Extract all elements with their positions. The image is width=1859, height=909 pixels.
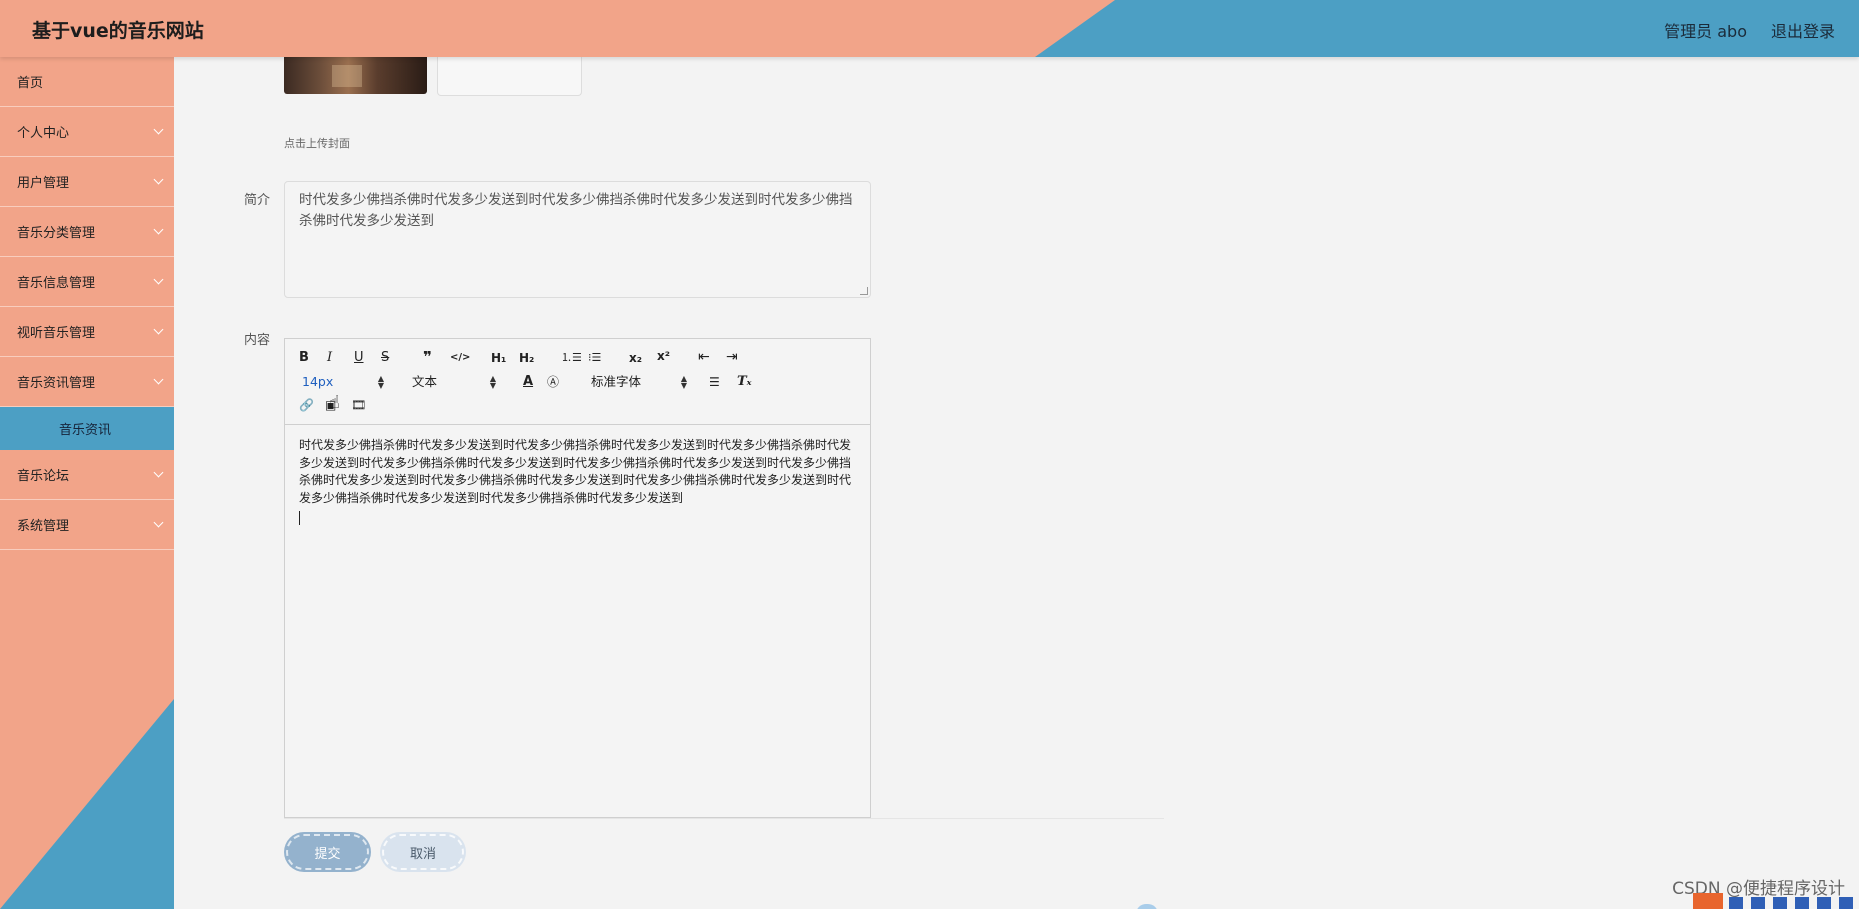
bold-button[interactable]: B [299,350,309,366]
emoji-icon[interactable] [1751,897,1765,909]
font-family-select[interactable]: 标准字体 ▲ ▼ [591,374,687,390]
resize-grip-icon[interactable] [860,287,868,295]
sidebar-item-music-info[interactable]: 音乐信息管理 [0,257,174,307]
chevron-down-icon [153,224,164,235]
editor-content[interactable]: 时代发多少佛挡杀佛时代发多少发送到时代发多少佛挡杀佛时代发多少发送到时代发多少佛… [285,425,870,543]
scroll-indicator [1136,904,1158,909]
sidebar-item-forum[interactable]: 音乐论坛 [0,450,174,500]
punctuation-icon[interactable] [1729,897,1743,909]
editor-text: 时代发多少佛挡杀佛时代发多少发送到时代发多少佛挡杀佛时代发多少发送到时代发多少佛… [299,438,852,505]
mouse-pointer-hand-icon: ☝ [329,392,340,413]
chevron-down-icon [153,174,164,185]
upload-hint: 点击上传封面 [284,137,350,150]
italic-button[interactable]: I [327,350,332,366]
underline-button[interactable]: U [354,350,364,366]
submit-button[interactable]: 提交 [284,832,371,872]
sidebar-item-music-news[interactable]: 音乐资讯 [0,407,174,450]
summary-text: 时代发多少佛挡杀佛时代发多少发送到时代发多少佛挡杀佛时代发多少发送到时代发多少佛… [299,192,853,229]
heading1-button[interactable]: H₁ [491,350,506,366]
blockquote-icon[interactable]: ❞ [423,349,432,365]
system-tray [1691,893,1859,909]
cover-upload-box[interactable] [437,57,582,96]
summary-label: 简介 [244,193,271,208]
form-divider [284,818,1164,819]
sidebar-item-system[interactable]: 系统管理 [0,500,174,550]
sidebar-item-label: 音乐论坛 [17,469,70,484]
cover-image-thumbnail[interactable] [284,57,427,94]
sidebar-menu: 首页 个人中心 用户管理 音乐分类管理 音乐信息管理 视听音乐管理 音乐资讯管理… [0,57,174,550]
link-icon[interactable]: 🔗 [299,397,314,413]
top-header: 基于vue的音乐网站 管理员 abo 退出登录 [0,0,1859,57]
header-format-value: 文本 [412,374,438,389]
ime-icon[interactable] [1693,893,1723,909]
sidebar-item-label: 首页 [17,76,44,91]
chevron-down-icon [153,467,164,478]
sidebar-item-users[interactable]: 用户管理 [0,157,174,207]
bullet-list-icon[interactable]: ⁝☰ [588,350,601,366]
summary-textarea[interactable]: 时代发多少佛挡杀佛时代发多少发送到时代发多少佛挡杀佛时代发多少发送到时代发多少佛… [284,181,871,298]
select-arrows-icon: ▲ ▼ [680,374,687,390]
sidebar-item-label: 视听音乐管理 [17,326,96,341]
sidebar-item-label: 音乐分类管理 [17,226,96,241]
app-title: 基于vue的音乐网站 [32,20,204,42]
current-user: 管理员 abo [1664,22,1747,41]
outdent-icon[interactable]: ⇤ [698,349,710,365]
logout-link[interactable]: 退出登录 [1771,18,1835,42]
cancel-button[interactable]: 取消 [380,832,466,872]
sidebar-item-listening-music[interactable]: 视听音乐管理 [0,307,174,357]
align-icon[interactable]: ☰ [709,374,720,390]
sidebar-item-profile[interactable]: 个人中心 [0,107,174,157]
font-size-select[interactable]: 14px ▲ ▼ [302,374,384,390]
heading2-button[interactable]: H₂ [519,350,534,366]
content-label: 内容 [244,333,271,348]
font-family-value: 标准字体 [591,374,642,389]
text-caret [299,511,300,525]
rich-text-editor: B I U S ❞ </> H₁ H₂ ⒈☰ ⁝☰ x₂ x² ⇤ ⇥ 14px… [284,338,871,818]
ordered-list-icon[interactable]: ⒈☰ [561,350,582,366]
chevron-down-icon [153,374,164,385]
sidebar-decoration [0,699,174,909]
form-area: 点击上传封面 简介 时代发多少佛挡杀佛时代发多少发送到时代发多少佛挡杀佛时代发多… [174,57,1859,909]
editor-toolbar: B I U S ❞ </> H₁ H₂ ⒈☰ ⁝☰ x₂ x² ⇤ ⇥ 14px… [285,339,870,425]
video-icon[interactable]: 🎞 [351,397,366,413]
microphone-icon[interactable] [1773,897,1787,909]
keyboard-icon[interactable] [1795,897,1809,909]
background-color-icon[interactable]: Ⓐ [547,374,559,390]
chevron-down-icon [153,274,164,285]
sidebar: 首页 个人中心 用户管理 音乐分类管理 音乐信息管理 视听音乐管理 音乐资讯管理… [0,57,174,909]
sidebar-item-label: 用户管理 [17,176,70,191]
clear-format-icon[interactable]: Tₓ [737,374,752,390]
chevron-down-icon [153,324,164,335]
header-format-select[interactable]: 文本 ▲ ▼ [412,374,496,390]
sidebar-item-label: 音乐资讯 [59,423,112,438]
code-block-icon[interactable]: </> [450,350,470,366]
sidebar-item-label: 音乐信息管理 [17,276,96,291]
chevron-down-icon [153,517,164,528]
strikethrough-button[interactable]: S [381,350,389,366]
skin-icon[interactable] [1817,897,1831,909]
select-arrows-icon: ▲ ▼ [377,374,384,390]
sidebar-item-label: 音乐资讯管理 [17,376,96,391]
chevron-down-icon [153,124,164,135]
sidebar-item-home[interactable]: 首页 [0,57,174,107]
font-size-value: 14px [302,374,334,389]
select-arrows-icon: ▲ ▼ [489,374,496,390]
sidebar-item-music-news-admin[interactable]: 音乐资讯管理 [0,357,174,407]
text-color-icon[interactable]: A [523,374,533,390]
toolbox-icon[interactable] [1839,897,1853,909]
sidebar-item-label: 个人中心 [17,126,70,141]
subscript-button[interactable]: x₂ [629,350,642,366]
indent-icon[interactable]: ⇥ [726,349,738,365]
sidebar-item-label: 系统管理 [17,519,70,534]
sidebar-item-music-category[interactable]: 音乐分类管理 [0,207,174,257]
superscript-button[interactable]: x² [657,348,670,364]
header-user-area: 管理员 abo 退出登录 [1664,18,1835,42]
